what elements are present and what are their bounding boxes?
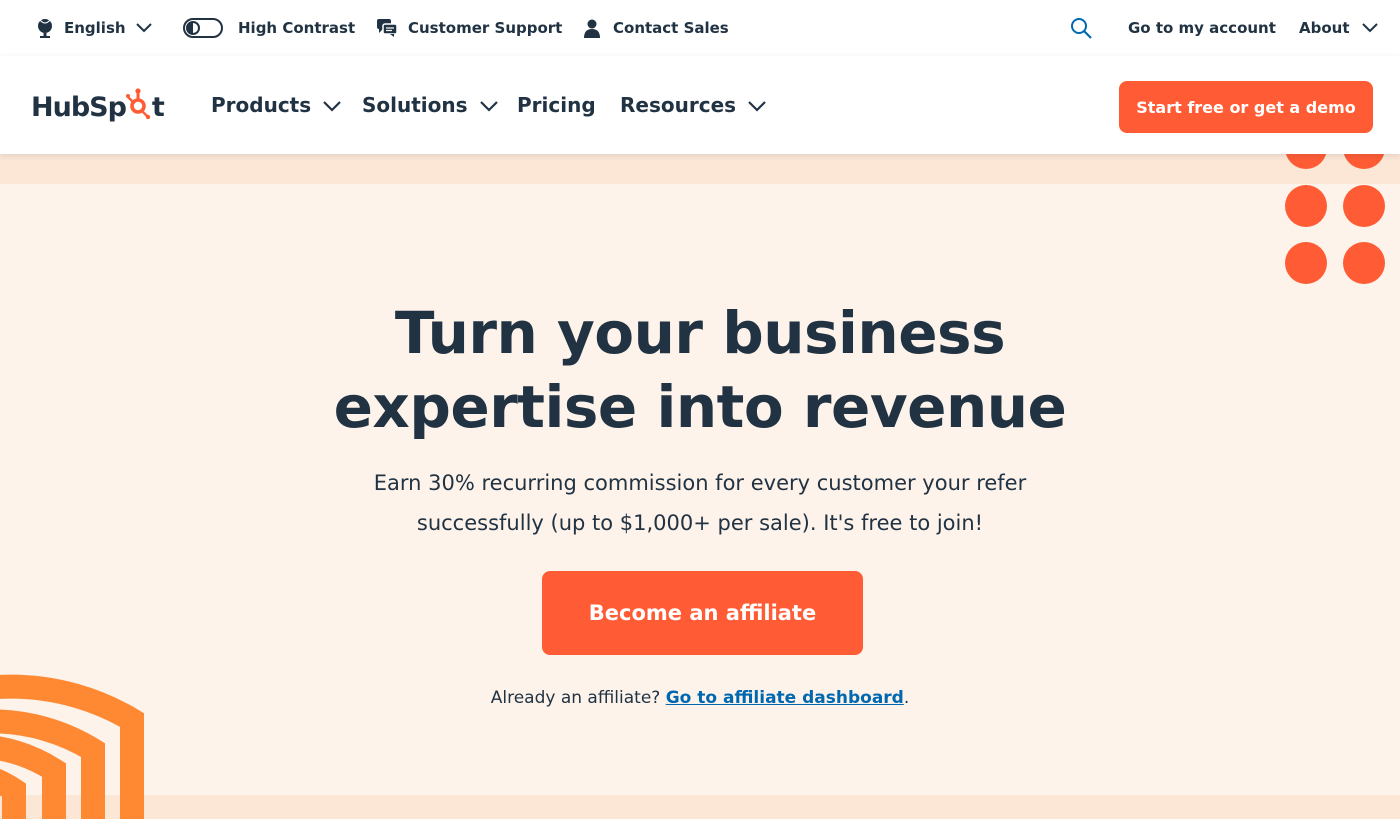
already-affiliate-text: Already an affiliate? Go to affiliate da… bbox=[350, 688, 1050, 708]
about-menu[interactable]: About bbox=[1299, 0, 1378, 56]
start-free-button[interactable]: Start free or get a demo bbox=[1119, 81, 1373, 133]
become-affiliate-button[interactable]: Become an affiliate bbox=[542, 571, 863, 655]
customer-support-label: Customer Support bbox=[408, 19, 563, 37]
globe-icon bbox=[36, 18, 54, 38]
person-icon bbox=[584, 19, 600, 38]
affiliate-dashboard-link[interactable]: Go to affiliate dashboard bbox=[666, 688, 904, 708]
nav-pricing[interactable]: Pricing bbox=[517, 56, 596, 154]
chat-icon bbox=[377, 19, 397, 37]
toggle-icon bbox=[183, 18, 223, 38]
hero-subtitle: Earn 30% recurring commission for every … bbox=[340, 463, 1060, 543]
already-affiliate-period: . bbox=[903, 688, 910, 708]
nav-resources-label: Resources bbox=[620, 93, 737, 117]
nav-solutions-label: Solutions bbox=[362, 93, 468, 117]
my-account-label: Go to my account bbox=[1128, 19, 1276, 37]
search-icon bbox=[1070, 17, 1092, 39]
chevron-down-icon bbox=[323, 93, 341, 117]
utility-bar: English High Contrast Customer Support C… bbox=[0, 0, 1400, 56]
nav-products[interactable]: Products bbox=[211, 56, 341, 154]
language-selector[interactable]: English bbox=[36, 0, 152, 56]
search-button[interactable] bbox=[1070, 0, 1092, 56]
hero-band-bottom bbox=[0, 795, 1400, 819]
nav-resources[interactable]: Resources bbox=[620, 56, 766, 154]
hero-band-top bbox=[0, 154, 1400, 184]
chevron-down-icon bbox=[1361, 23, 1378, 33]
main-nav: HubSp t Products Solutions Pricing Resou… bbox=[0, 56, 1400, 154]
chevron-down-icon bbox=[479, 93, 498, 117]
already-affiliate-label: Already an affiliate? bbox=[490, 688, 666, 708]
page: English High Contrast Customer Support C… bbox=[0, 0, 1400, 819]
decorative-arcs bbox=[0, 674, 144, 819]
sprocket-icon bbox=[125, 88, 151, 122]
high-contrast-toggle[interactable]: High Contrast bbox=[183, 0, 355, 56]
chevron-down-icon bbox=[135, 23, 152, 33]
contact-sales-label: Contact Sales bbox=[613, 19, 729, 37]
my-account-link[interactable]: Go to my account bbox=[1128, 0, 1276, 56]
about-label: About bbox=[1299, 19, 1350, 37]
hero-subtitle-line-1: Earn 30% recurring commission for every … bbox=[373, 471, 1027, 495]
nav-solutions[interactable]: Solutions bbox=[362, 56, 498, 154]
hero-title-line-1: Turn your business bbox=[394, 299, 1006, 367]
nav-pricing-label: Pricing bbox=[517, 93, 596, 117]
language-label: English bbox=[64, 19, 126, 37]
hero-subtitle-line-2: successfully (up to $1,000+ per sale). I… bbox=[416, 511, 984, 535]
high-contrast-label: High Contrast bbox=[238, 19, 356, 37]
logo-text-end: t bbox=[151, 91, 165, 123]
hero-title: Turn your business expertise into revenu… bbox=[250, 296, 1150, 444]
nav-products-label: Products bbox=[211, 93, 312, 117]
hubspot-logo[interactable]: HubSp t bbox=[31, 87, 165, 127]
hero-title-line-2: expertise into revenue bbox=[333, 373, 1067, 441]
chevron-down-icon bbox=[748, 93, 766, 117]
customer-support-link[interactable]: Customer Support bbox=[377, 0, 562, 56]
contact-sales-link[interactable]: Contact Sales bbox=[584, 0, 729, 56]
logo-text-start: HubSp bbox=[31, 91, 127, 123]
